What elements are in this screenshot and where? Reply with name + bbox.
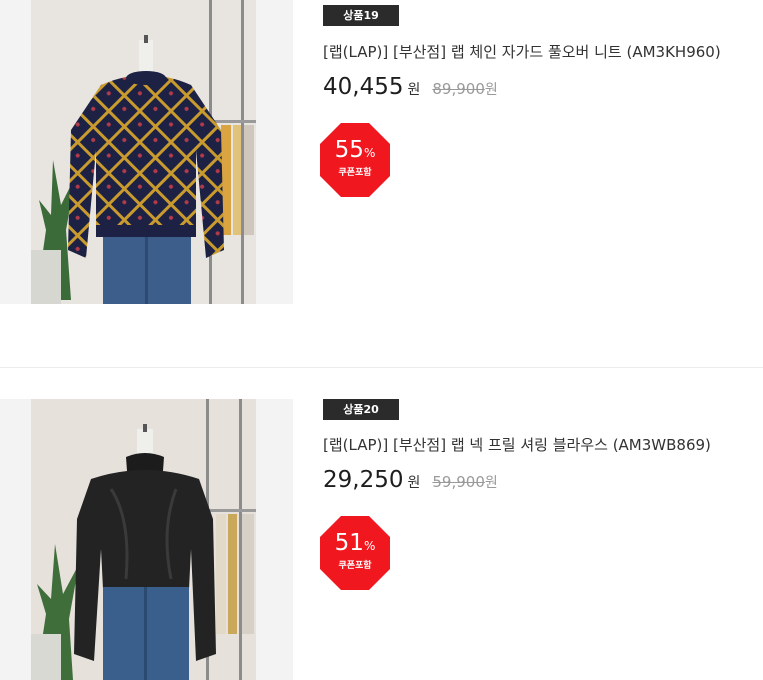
discount-percent: 51% xyxy=(320,530,390,559)
product-image-frame[interactable] xyxy=(0,399,293,680)
product-photo[interactable] xyxy=(31,0,256,304)
product-card[interactable]: 상품19 [랩(LAP)] [부산점] 랩 체인 자가드 풀오버 니트 (AM3… xyxy=(0,0,763,367)
original-price-currency: 원 xyxy=(484,82,498,98)
sale-price-currency: 원 xyxy=(407,82,421,98)
original-price-currency: 원 xyxy=(484,475,498,491)
discount-value: 51 xyxy=(334,530,364,556)
knit-sweater-image xyxy=(31,0,256,304)
original-price: 59,900 xyxy=(432,473,485,491)
product-number-tag: 상품20 xyxy=(323,399,399,420)
coupon-included-label: 쿠폰포함 xyxy=(338,168,372,178)
sale-price: 40,455 xyxy=(323,74,404,100)
percent-sign: % xyxy=(363,539,376,553)
price-row: 29,250 원 59,900원 xyxy=(323,467,498,497)
blouse-image xyxy=(31,399,256,680)
product-image-frame[interactable] xyxy=(0,0,293,304)
product-card[interactable]: 상품20 [랩(LAP)] [부산점] 랩 넥 프릴 셔링 블라우스 (AM3W… xyxy=(0,367,763,680)
price-row: 40,455 원 89,900원 xyxy=(323,74,498,104)
product-title[interactable]: [랩(LAP)] [부산점] 랩 넥 프릴 셔링 블라우스 (AM3WB869) xyxy=(323,434,711,455)
discount-badge: 55% 쿠폰포함 xyxy=(320,123,390,197)
discount-badge: 51% 쿠폰포함 xyxy=(320,516,390,590)
coupon-included-label: 쿠폰포함 xyxy=(338,561,372,571)
original-price: 89,900 xyxy=(432,80,485,98)
product-photo[interactable] xyxy=(31,399,256,680)
discount-value: 55 xyxy=(334,137,364,163)
sale-price: 29,250 xyxy=(323,467,404,493)
discount-percent: 55% xyxy=(320,137,390,166)
product-number-tag: 상품19 xyxy=(323,5,399,26)
percent-sign: % xyxy=(363,146,376,160)
sale-price-currency: 원 xyxy=(407,475,421,491)
product-title[interactable]: [랩(LAP)] [부산점] 랩 체인 자가드 풀오버 니트 (AM3KH960… xyxy=(323,41,721,62)
